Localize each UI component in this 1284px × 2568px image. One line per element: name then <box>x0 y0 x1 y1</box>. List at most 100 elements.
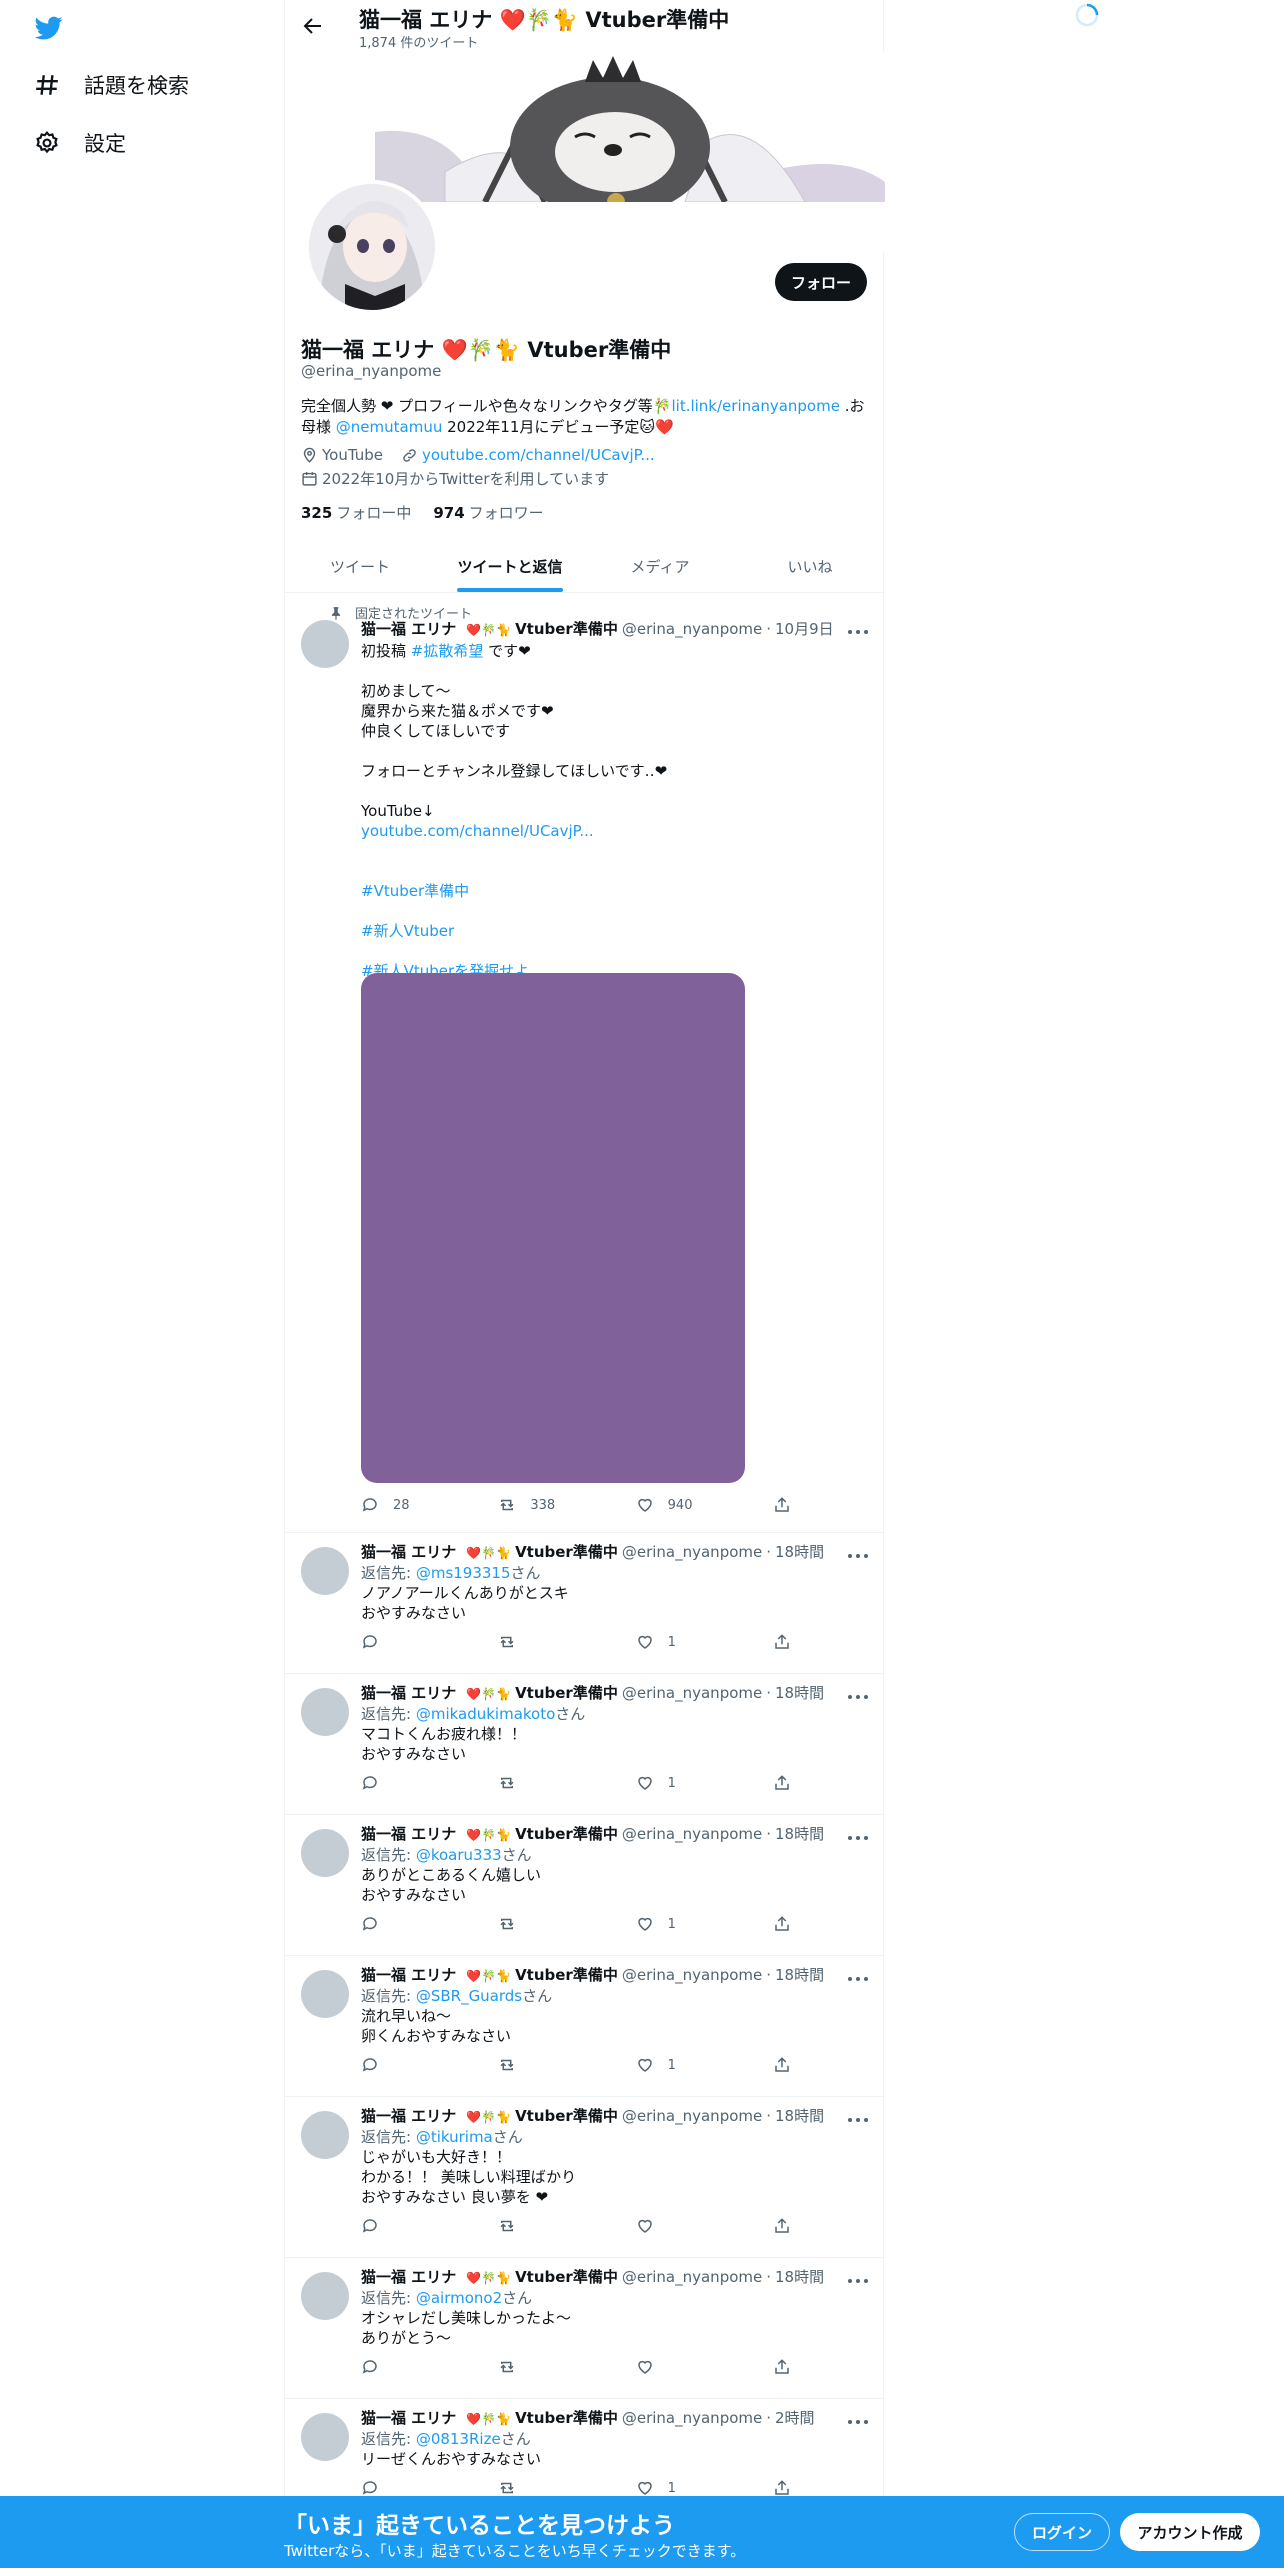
share-button[interactable] <box>773 2056 791 2074</box>
like-button[interactable] <box>636 2358 716 2376</box>
reply-to-mention[interactable]: @SBR_Guards <box>416 1987 522 2005</box>
tweet-text-part: です❤ <box>483 642 531 660</box>
tab-tweets-and-replies[interactable]: ツイートと返信 <box>435 540 585 592</box>
tweet-author-name[interactable]: 猫一福 エリナ <box>361 1682 456 1703</box>
retweet-button[interactable] <box>498 2217 578 2235</box>
tweet-author-name[interactable]: 猫一福 エリナ <box>361 1964 456 1985</box>
tweet-author-name[interactable]: 猫一福 エリナ <box>361 618 456 639</box>
tweet-author-handle: @erina_nyanpome <box>621 1684 763 1702</box>
reply-button[interactable] <box>361 2358 441 2376</box>
retweet-icon <box>500 2361 514 2373</box>
retweet-button[interactable] <box>498 1915 578 1933</box>
tweet-time[interactable]: 10月9日 <box>775 618 834 639</box>
reply-to-mention[interactable]: @0813Rize <box>416 2430 501 2448</box>
reply-to-line: 返信先: @tikurimaさん <box>361 2126 869 2147</box>
login-button[interactable]: ログイン <box>1014 2513 1110 2551</box>
reply-button[interactable] <box>361 1633 441 1651</box>
reply-to-mention[interactable]: @tikurima <box>416 2128 493 2146</box>
tweet-time[interactable]: 18時間 <box>775 1823 824 1844</box>
tweet-avatar[interactable] <box>301 1547 349 1595</box>
like-button[interactable]: 1 <box>636 1633 716 1651</box>
reply-suffix: さん <box>500 2430 531 2448</box>
reply-tweet[interactable]: 猫一福 エリナ ❤️🎋🐈 Vtuber準備中 @erina_nyanpome · 18時間… <box>285 1815 885 1956</box>
back-arrow-icon[interactable] <box>301 14 325 38</box>
reply-to-mention[interactable]: @ms193315 <box>416 1564 511 1582</box>
tweet-time[interactable]: 18時間 <box>775 1541 824 1562</box>
nav-explore[interactable]: 話題を検索 <box>34 70 189 100</box>
tweet-author-name[interactable]: 猫一福 エリナ <box>361 2105 456 2126</box>
tweet-time[interactable]: 18時間 <box>775 1682 824 1703</box>
reply-button[interactable] <box>361 1915 441 1933</box>
tweet-time[interactable]: 18時間 <box>775 1964 824 1985</box>
followers-link[interactable]: 974 フォロワー <box>433 502 543 523</box>
reply-tweet[interactable]: 猫一福 エリナ ❤️🎋🐈 Vtuber準備中 @erina_nyanpome · 18時間… <box>285 1674 885 1815</box>
reply-button[interactable] <box>361 2217 441 2235</box>
tweet-header: 猫一福 エリナ ❤️🎋🐈 Vtuber準備中 @erina_nyanpome ·… <box>361 618 869 639</box>
tweet-avatar[interactable] <box>301 620 349 668</box>
reply-tweet[interactable]: 猫一福 エリナ ❤️🎋🐈 Vtuber準備中 @erina_nyanpome · 18時間… <box>285 2097 885 2258</box>
retweet-button[interactable] <box>498 2358 578 2376</box>
reply-to-mention[interactable]: @airmono2 <box>416 2289 502 2307</box>
profile-url[interactable]: youtube.com/channel/UCavjP... <box>422 446 655 464</box>
like-button[interactable] <box>636 2217 716 2235</box>
reply-icon <box>362 2360 377 2374</box>
follow-button[interactable]: フォロー <box>775 263 867 301</box>
tweet-author-name[interactable]: 猫一福 エリナ <box>361 1823 456 1844</box>
signup-button[interactable]: アカウント作成 <box>1120 2513 1260 2551</box>
share-button[interactable] <box>773 2479 791 2497</box>
nav-settings[interactable]: 設定 <box>34 128 126 158</box>
reply-tweet[interactable]: 猫一福 エリナ ❤️🎋🐈 Vtuber準備中 @erina_nyanpome · 18時間… <box>285 1533 885 1674</box>
tweet-separator: · <box>766 1684 772 1702</box>
share-button[interactable] <box>773 1633 791 1651</box>
reply-to-mention[interactable]: @mikadukimakoto <box>416 1705 555 1723</box>
hashtag-link[interactable]: #拡散希望 <box>411 642 484 660</box>
tab-tweets[interactable]: ツイート <box>285 540 435 592</box>
retweet-button[interactable]: 338 <box>498 1496 578 1514</box>
reply-to-mention[interactable]: @koaru333 <box>416 1846 502 1864</box>
share-button[interactable] <box>773 2217 791 2235</box>
tab-media[interactable]: メディア <box>585 540 735 592</box>
reply-tweet[interactable]: 猫一福 エリナ ❤️🎋🐈 Vtuber準備中 @erina_nyanpome · 18時間… <box>285 1956 885 2097</box>
bio-link[interactable]: lit.link/erinanyanpome <box>671 397 839 415</box>
like-button[interactable]: 1 <box>636 1915 716 1933</box>
hashtag-link[interactable]: #Vtuber準備中 <box>361 881 869 901</box>
reply-button[interactable] <box>361 2479 441 2497</box>
pinned-tweet[interactable]: 固定されたツイート 猫一福 エリナ ❤️🎋🐈 Vtuber準備中 @erina_… <box>285 593 885 1533</box>
share-button[interactable] <box>773 1774 791 1792</box>
profile-avatar[interactable] <box>305 180 439 314</box>
tweet-time[interactable]: 18時間 <box>775 2105 824 2126</box>
hashtag-link[interactable]: #新人Vtuber <box>361 921 869 941</box>
twitter-logo-icon[interactable] <box>34 14 64 42</box>
tweet-time[interactable]: 18時間 <box>775 2266 824 2287</box>
retweet-button[interactable] <box>498 1633 578 1651</box>
tweet-author-name[interactable]: 猫一福 エリナ <box>361 1541 456 1562</box>
share-button[interactable] <box>773 1496 791 1514</box>
reply-button[interactable] <box>361 1774 441 1792</box>
retweet-button[interactable] <box>498 2056 578 2074</box>
like-button[interactable]: 1 <box>636 2479 716 2497</box>
reply-tweet[interactable]: 猫一福 エリナ ❤️🎋🐈 Vtuber準備中 @erina_nyanpome · 18時間… <box>285 2258 885 2399</box>
tweet-avatar[interactable] <box>301 1829 349 1877</box>
tweet-author-name[interactable]: 猫一福 エリナ <box>361 2407 456 2428</box>
retweet-button[interactable] <box>498 2479 578 2497</box>
retweet-button[interactable] <box>498 1774 578 1792</box>
share-button[interactable] <box>773 1915 791 1933</box>
like-button[interactable]: 1 <box>636 2056 716 2074</box>
share-button[interactable] <box>773 2358 791 2376</box>
tweet-author-name[interactable]: 猫一福 エリナ <box>361 2266 456 2287</box>
tweet-avatar[interactable] <box>301 2272 349 2320</box>
tweet-time[interactable]: 2時間 <box>775 2407 815 2428</box>
tab-likes[interactable]: いいね <box>735 540 885 592</box>
following-link[interactable]: 325 フォロー中 <box>301 502 411 523</box>
like-button[interactable]: 1 <box>636 1774 716 1792</box>
like-button[interactable]: 940 <box>636 1496 716 1514</box>
bio-mention[interactable]: @nemutamuu <box>336 418 443 436</box>
reply-button[interactable] <box>361 2056 441 2074</box>
tweet-avatar[interactable] <box>301 2413 349 2461</box>
tweet-media[interactable] <box>361 973 745 1483</box>
youtube-link[interactable]: youtube.com/channel/UCavjP... <box>361 821 869 841</box>
reply-button[interactable]: 28 <box>361 1496 441 1514</box>
tweet-avatar[interactable] <box>301 1970 349 2018</box>
tweet-avatar[interactable] <box>301 2111 349 2159</box>
tweet-avatar[interactable] <box>301 1688 349 1736</box>
